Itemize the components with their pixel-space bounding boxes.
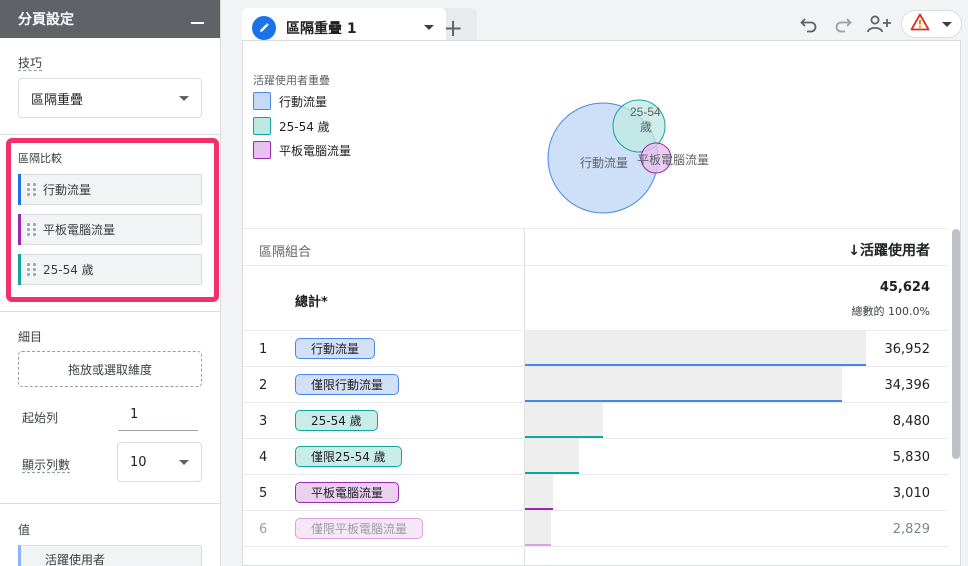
venn-label-age-2: 歲 — [640, 120, 652, 134]
column-header-segment[interactable]: 區隔組合 — [259, 241, 311, 260]
segment-pill[interactable]: 僅限25-54 歲 — [295, 446, 402, 467]
total-percent: 總數的 100.0% — [851, 305, 930, 318]
undo-icon[interactable] — [797, 12, 821, 36]
venn-label-tablet: 平板電腦流量 — [637, 152, 709, 167]
legend-label: 平板電腦流量 — [279, 143, 352, 158]
chevron-down-icon — [179, 95, 189, 101]
chevron-down-icon — [179, 459, 189, 465]
segment-pill[interactable]: 行動流量 — [295, 338, 376, 359]
technique-value: 區隔重疊 — [31, 92, 84, 108]
segment-chip-tablet[interactable]: 平板電腦流量 — [18, 214, 202, 245]
legend-swatch — [253, 117, 271, 135]
row-number: 5 — [259, 486, 268, 501]
segment-color-bar — [18, 174, 21, 205]
show-rows-select[interactable]: 10 — [117, 442, 202, 482]
legend-item-age[interactable]: 25-54 歲 — [253, 117, 330, 135]
row-value: 8,480 — [892, 414, 930, 429]
technique-label: 技巧 — [18, 56, 43, 70]
breakdown-drop-zone[interactable]: 拖放或選取維度 — [18, 351, 202, 387]
values-label: 值 — [18, 523, 31, 537]
panel-header: 分頁設定 — [0, 0, 220, 38]
value-chip[interactable]: 活躍使用者 — [18, 545, 202, 566]
row-number: 3 — [259, 414, 268, 429]
segment-chip-mobile[interactable]: 行動流量 — [18, 174, 202, 205]
table-line — [243, 438, 948, 439]
bar-background — [525, 439, 579, 475]
vertical-scrollbar[interactable] — [952, 229, 960, 459]
chevron-down-icon[interactable] — [424, 25, 434, 30]
value-chip-label: 活躍使用者 — [45, 552, 106, 566]
legend-label: 25-54 歲 — [279, 119, 330, 134]
drag-handle-icon[interactable] — [27, 262, 37, 277]
venn-label-age: 25-54 — [630, 105, 661, 119]
bar-background — [525, 367, 842, 403]
start-row-label: 起始列 — [22, 411, 59, 425]
venn-title: 活躍使用者重疊 — [253, 74, 330, 87]
table-line — [243, 510, 948, 511]
technique-select[interactable]: 區隔重疊 — [18, 78, 202, 118]
row-value: 34,396 — [884, 378, 931, 393]
segment-chip-label: 行動流量 — [43, 183, 92, 197]
segment-chip-age[interactable]: 25-54 歲 — [18, 254, 202, 285]
row-number: 1 — [259, 342, 268, 357]
divider — [0, 134, 221, 135]
column-header-metric[interactable]: ↓活躍使用者 — [848, 240, 930, 260]
segment-chip-label: 平板電腦流量 — [43, 223, 116, 237]
show-rows-label: 顯示列數 — [22, 458, 71, 472]
drag-handle-icon[interactable] — [27, 222, 37, 237]
segment-compare-label: 區隔比較 — [18, 152, 62, 165]
total-value: 45,624 — [879, 280, 930, 295]
segment-pill[interactable]: 僅限行動流量 — [295, 374, 400, 395]
edit-pencil-icon[interactable] — [252, 16, 276, 40]
warning-button[interactable] — [901, 10, 962, 38]
venn-diagram[interactable]: 行動流量 25-54 歲 平板電腦流量 — [523, 91, 723, 221]
report-canvas: 活躍使用者重疊 行動流量 25-54 歲 平板電腦流量 行動流量 25-54 歲… — [242, 40, 961, 566]
row-number: 4 — [259, 450, 268, 465]
legend-swatch — [253, 92, 271, 110]
legend-item-tablet[interactable]: 平板電腦流量 — [253, 141, 351, 159]
tab-label: 區隔重疊 1 — [286, 21, 357, 37]
segment-pill[interactable]: 僅限平板電腦流量 — [295, 518, 424, 539]
table-line — [243, 265, 948, 266]
legend-item-mobile[interactable]: 行動流量 — [253, 92, 327, 110]
segment-pill[interactable]: 平板電腦流量 — [295, 482, 400, 503]
bar-background — [525, 403, 603, 439]
divider — [0, 311, 221, 312]
row-value: 5,830 — [892, 450, 930, 465]
segment-color-bar — [18, 214, 21, 245]
minimize-icon[interactable] — [191, 22, 204, 24]
venn-label-mobile: 行動流量 — [580, 156, 628, 170]
show-rows-value: 10 — [130, 454, 147, 470]
chevron-down-icon — [942, 21, 952, 27]
table-line — [243, 546, 948, 547]
legend-swatch — [253, 141, 271, 159]
bar-background — [525, 475, 553, 511]
row-value: 2,829 — [892, 522, 930, 537]
divider — [0, 503, 221, 504]
total-label: 總計* — [295, 295, 328, 310]
add-person-icon[interactable] — [865, 12, 893, 36]
table-line — [243, 474, 948, 475]
row-value: 3,010 — [892, 486, 930, 501]
start-row-input[interactable]: 1 — [118, 403, 198, 431]
warning-icon — [910, 13, 930, 35]
drag-handle-icon[interactable] — [27, 182, 37, 197]
value-color-bar — [18, 545, 21, 566]
breakdown-label: 細目 — [18, 330, 43, 344]
segment-chip-label: 25-54 歲 — [43, 263, 94, 277]
segment-color-bar — [18, 254, 21, 285]
segment-pill[interactable]: 25-54 歲 — [295, 410, 378, 431]
row-number: 6 — [259, 522, 268, 537]
bar-background — [525, 331, 866, 367]
panel-title: 分頁設定 — [18, 12, 74, 28]
bar-background — [525, 511, 551, 547]
table-top-border — [243, 228, 948, 229]
legend-label: 行動流量 — [279, 94, 328, 109]
row-value: 36,952 — [884, 342, 931, 357]
tab-settings-panel: 分頁設定 技巧 區隔重疊 區隔比較 行動流量 平板電腦流量 25-54 歲 細目… — [0, 0, 221, 566]
redo-icon[interactable] — [831, 12, 855, 36]
row-number: 2 — [259, 378, 268, 393]
